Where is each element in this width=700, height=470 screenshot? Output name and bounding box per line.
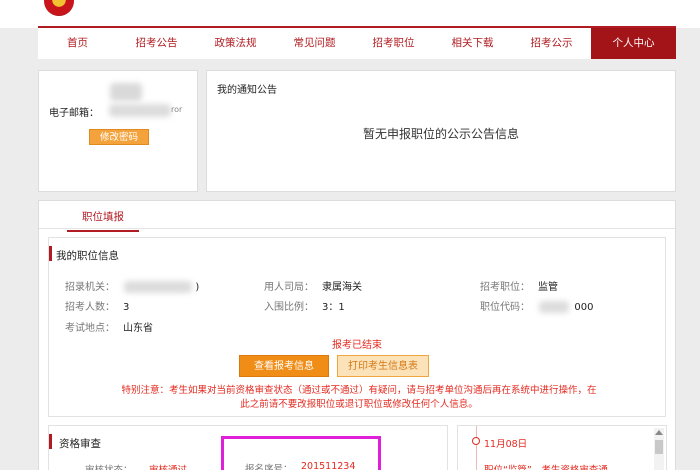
special-notice: 特别注意：考生如果对当前资格审查状态（通过或不通过）有疑问，请与招考单位沟通后再… [89, 384, 629, 412]
title-accent-bar [49, 246, 52, 261]
news-timeline-box: 11月08日 职位“监管”，考生资格审查通 [457, 425, 667, 470]
nav-announcements[interactable]: 招考公告 [117, 28, 196, 59]
review-status-value: 审核通过 [149, 462, 187, 470]
code-field: 职位代码： 000 [480, 298, 593, 313]
ratio-field: 入围比例： 3：1 [264, 298, 345, 313]
tab-position-application[interactable]: 职位填报 [67, 209, 139, 232]
scroll-up-arrow-icon[interactable] [655, 430, 663, 435]
ratio-label: 入围比例： [264, 302, 314, 313]
position-field: 招考职位： 监管 [480, 278, 558, 293]
email-label: 电子邮箱： [49, 108, 99, 119]
job-info-title: 我的职位信息 [56, 250, 119, 262]
position-label: 招考职位： [480, 282, 530, 293]
username-redacted [110, 83, 142, 101]
notice-title: 我的通知公告 [217, 85, 277, 96]
main-panel: 职位填报 我的职位信息 招录机关： ) 用人司局： 隶属海关 招考职位： 监管 招考… [38, 200, 676, 470]
main-nav: 首页 招考公告 政策法规 常见问题 招考职位 相关下载 招考公示 个人中心 [38, 26, 676, 59]
org-field: 招录机关： ) [65, 278, 199, 293]
location-value: 山东省 [123, 323, 153, 334]
scroll-thumb[interactable] [655, 440, 663, 454]
nav-personal-center[interactable]: 个人中心 [591, 28, 676, 59]
org-tail: ) [195, 282, 200, 293]
location-field: 考试地点： 山东省 [65, 319, 153, 334]
special-notice-line2: 此之前请不要改报职位或退订职位或修改任何个人信息。 [240, 399, 478, 410]
application-status: 报考已结束 [332, 340, 382, 351]
code-redacted [539, 301, 570, 313]
registration-number-value: 201511234 [301, 461, 356, 470]
news-item[interactable]: 职位“监管”，考生资格审查通 [484, 462, 644, 470]
timeline-line [476, 426, 477, 470]
nav-faq[interactable]: 常见问题 [275, 28, 354, 59]
code-tail: 000 [574, 302, 594, 313]
news-scrollbar[interactable] [654, 428, 664, 470]
news-date: 11月08日 [484, 439, 528, 450]
nav-publicity[interactable]: 招考公示 [512, 28, 591, 59]
notice-empty-message: 暂无申报职位的公示公告信息 [362, 127, 519, 141]
review-accent-bar [49, 434, 52, 449]
timeline-dot-icon [472, 437, 480, 445]
tab-bar: 职位填报 [39, 201, 675, 232]
org-label: 招录机关： [65, 282, 115, 293]
notice-panel: 我的通知公告 暂无申报职位的公示公告信息 [206, 70, 676, 192]
count-field: 招考人数： 3 [65, 298, 129, 313]
nav-policies[interactable]: 政策法规 [196, 28, 275, 59]
profile-panel: 电子邮箱： ror 修改密码 [38, 70, 198, 192]
employer-field: 用人司局： 隶属海关 [264, 278, 362, 293]
review-status-label: 审核状态： [85, 462, 133, 470]
count-label: 招考人数： [65, 302, 115, 313]
registration-number-label: 报名序号： [245, 464, 293, 470]
employer-label: 用人司局： [264, 282, 314, 293]
org-redacted [124, 281, 193, 293]
code-label: 职位代码： [480, 302, 530, 313]
change-password-button[interactable]: 修改密码 [89, 129, 149, 145]
job-info-box: 我的职位信息 招录机关： ) 用人司局： 隶属海关 招考职位： 监管 招考人数： 3 … [48, 237, 666, 417]
nav-positions[interactable]: 招考职位 [354, 28, 433, 59]
ratio-value: 3：1 [322, 302, 345, 313]
position-value: 监管 [538, 282, 558, 293]
view-application-button[interactable]: 查看报考信息 [239, 355, 329, 377]
special-notice-line1: 特别注意：考生如果对当前资格审查状态（通过或不通过）有疑问，请与招考单位沟通后再… [121, 385, 597, 396]
national-emblem-icon [44, 0, 74, 16]
location-label: 考试地点： [65, 323, 115, 334]
review-title: 资格审查 [59, 438, 101, 450]
email-redacted [109, 104, 171, 117]
employer-value: 隶属海关 [322, 282, 362, 293]
nav-downloads[interactable]: 相关下载 [433, 28, 512, 59]
count-value: 3 [123, 302, 130, 313]
email-tail: ror [171, 105, 183, 114]
print-candidate-form-button[interactable]: 打印考生信息表 [337, 355, 429, 377]
nav-home[interactable]: 首页 [38, 28, 117, 59]
site-header [0, 0, 700, 28]
